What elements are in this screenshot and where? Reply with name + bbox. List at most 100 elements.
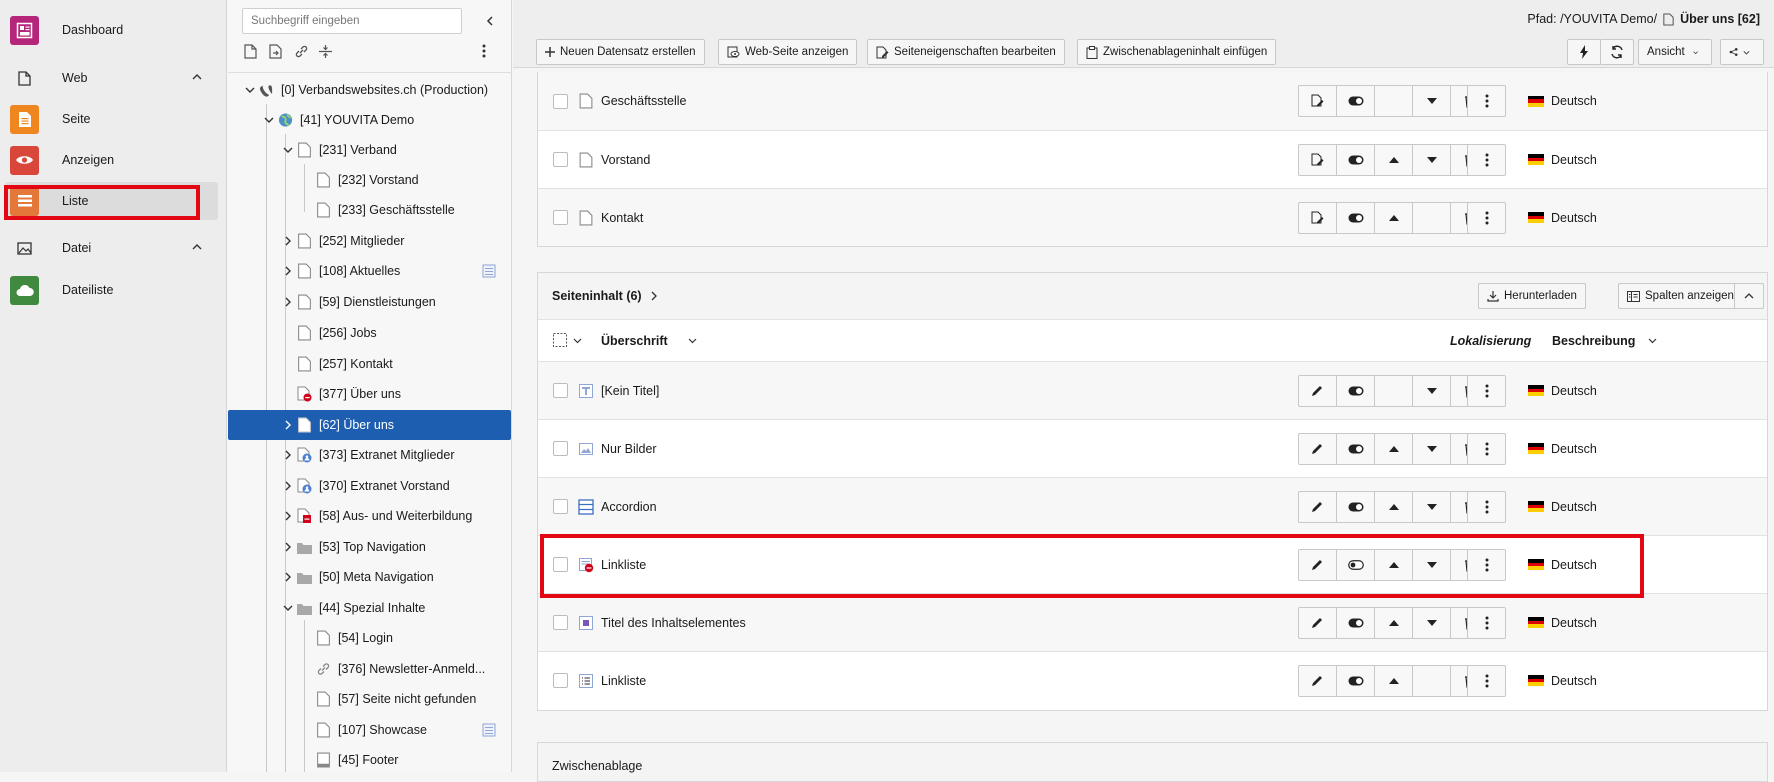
tree-item-44[interactable]: [44] Spezial Inhalte	[228, 593, 512, 623]
new-page-after-icon[interactable]	[269, 44, 283, 59]
row-title[interactable]: Geschäftsstelle	[601, 94, 686, 108]
tree-item-370[interactable]: [370] Extranet Vorstand	[228, 471, 512, 501]
more-button[interactable]	[1467, 432, 1506, 465]
move-up-button[interactable]	[1374, 201, 1413, 234]
row-title[interactable]: [Kein Titel]	[601, 384, 659, 398]
row-checkbox[interactable]	[553, 152, 568, 167]
tree-more-icon[interactable]	[482, 44, 486, 58]
row-checkbox[interactable]	[553, 557, 568, 572]
more-button[interactable]	[1467, 201, 1506, 234]
row-checkbox[interactable]	[553, 93, 568, 109]
content-panel-title[interactable]: Seiteninhalt (6)	[552, 289, 642, 303]
move-down-button[interactable]	[1412, 490, 1451, 523]
show-columns-button[interactable]: Spalten anzeigen	[1618, 283, 1743, 309]
row-title[interactable]: Vorstand	[601, 153, 650, 167]
module-seite[interactable]: Seite	[0, 100, 227, 138]
tree-item-256[interactable]: [256] Jobs	[228, 318, 512, 348]
move-down-button[interactable]	[1412, 432, 1451, 465]
collapse-panel-button[interactable]	[1734, 283, 1764, 309]
module-liste[interactable]: Liste	[5, 182, 218, 220]
move-down-button[interactable]	[1412, 606, 1451, 639]
row-checkbox[interactable]	[553, 673, 568, 688]
more-button[interactable]	[1467, 85, 1506, 117]
tree-item-232[interactable]: [232] Vorstand	[228, 165, 512, 195]
tree-item-233[interactable]: [233] Geschäftsstelle	[228, 195, 512, 225]
chevron-down-icon[interactable]	[688, 336, 697, 345]
hide-toggle-button[interactable]	[1336, 143, 1375, 176]
tree-item-376[interactable]: [376] Newsletter-Anmeld...	[228, 654, 512, 684]
edit-page-button[interactable]	[1298, 85, 1337, 117]
more-button[interactable]	[1467, 374, 1506, 407]
share-dropdown[interactable]	[1720, 39, 1764, 65]
chevron-right-icon[interactable]	[281, 234, 295, 248]
chevron-up-icon[interactable]	[191, 241, 203, 253]
tree-item-41[interactable]: [41] YOUVITA Demo	[228, 105, 512, 135]
tree-item-58[interactable]: [58] Aus- und Weiterbildung	[228, 501, 512, 531]
chevron-down-icon[interactable]	[262, 113, 276, 127]
row-title[interactable]: Nur Bilder	[601, 442, 657, 456]
move-up-button[interactable]	[1374, 490, 1413, 523]
chevron-right-icon[interactable]	[281, 264, 295, 278]
view-dropdown[interactable]: Ansicht	[1638, 39, 1712, 65]
tree-item-108[interactable]: [108] Aktuelles	[228, 256, 512, 286]
row-checkbox[interactable]	[553, 441, 568, 456]
chevron-down-icon[interactable]	[281, 601, 295, 615]
move-up-button[interactable]	[1374, 664, 1413, 697]
module-anzeigen[interactable]: Anzeigen	[0, 141, 227, 179]
tree-item-373[interactable]: [373] Extranet Mitglieder	[228, 440, 512, 470]
edit-page-properties-button[interactable]: Seiteneigenschaften bearbeiten	[867, 39, 1065, 65]
select-all-checkbox[interactable]	[553, 333, 567, 347]
tree-item-0[interactable]: [0] Verbandswebsites.ch (Production)	[228, 75, 512, 105]
tree-item-57[interactable]: [57] Seite nicht gefunden	[228, 684, 512, 714]
hide-toggle-button[interactable]	[1336, 432, 1375, 465]
tree-item-377[interactable]: [377] Über uns	[228, 379, 512, 409]
more-button[interactable]	[1467, 548, 1506, 581]
chevron-down-icon[interactable]	[243, 83, 257, 97]
move-up-button[interactable]	[1374, 432, 1413, 465]
view-page-button[interactable]: Web-Seite anzeigen	[718, 39, 858, 65]
hide-toggle-button[interactable]	[1336, 201, 1375, 234]
chevron-right-icon[interactable]	[281, 509, 295, 523]
move-up-button[interactable]	[1374, 606, 1413, 639]
tree-item-53[interactable]: [53] Top Navigation	[228, 532, 512, 562]
hide-toggle-button[interactable]	[1336, 374, 1375, 407]
new-record-button[interactable]: Neuen Datensatz erstellen	[536, 39, 705, 65]
move-down-button[interactable]	[1412, 548, 1451, 581]
move-down-button[interactable]	[1412, 143, 1451, 176]
collapse-tree-icon[interactable]	[484, 15, 496, 27]
hide-toggle-button[interactable]	[1336, 664, 1375, 697]
move-down-button[interactable]	[1412, 85, 1451, 117]
row-checkbox[interactable]	[553, 210, 568, 225]
row-title[interactable]: Linkliste	[601, 674, 646, 688]
reload-button[interactable]	[1600, 39, 1634, 65]
unhide-toggle-button[interactable]	[1336, 548, 1375, 581]
separator-icon[interactable]	[318, 44, 333, 59]
column-header-title[interactable]: Überschrift	[601, 334, 668, 348]
chevron-right-icon[interactable]	[281, 418, 295, 432]
row-title[interactable]: Kontakt	[601, 211, 643, 225]
chevron-right-icon[interactable]	[281, 448, 295, 462]
move-up-button[interactable]	[1374, 143, 1413, 176]
module-dateiliste[interactable]: Dateiliste	[0, 271, 227, 309]
chevron-right-icon[interactable]	[281, 570, 295, 584]
edit-button[interactable]	[1298, 664, 1337, 697]
tree-item-50[interactable]: [50] Meta Navigation	[228, 562, 512, 592]
chevron-right-icon[interactable]	[281, 479, 295, 493]
new-page-icon[interactable]	[244, 44, 257, 59]
clear-cache-button[interactable]	[1567, 39, 1601, 65]
row-title[interactable]: Titel des Inhaltselementes	[601, 616, 746, 630]
column-header-description[interactable]: Beschreibung	[1552, 334, 1635, 348]
row-checkbox[interactable]	[553, 383, 568, 398]
module-group-web[interactable]: Web	[0, 59, 227, 97]
hide-toggle-button[interactable]	[1336, 606, 1375, 639]
link-icon[interactable]	[294, 44, 309, 59]
row-title[interactable]: Linkliste	[601, 558, 646, 572]
chevron-down-icon[interactable]	[281, 143, 295, 157]
edit-button[interactable]	[1298, 490, 1337, 523]
chevron-down-icon[interactable]	[573, 336, 582, 345]
edit-button[interactable]	[1298, 432, 1337, 465]
hide-toggle-button[interactable]	[1336, 490, 1375, 523]
tree-item-257[interactable]: [257] Kontakt	[228, 349, 512, 379]
tree-item-59[interactable]: [59] Dienstleistungen	[228, 287, 512, 317]
tree-item-62[interactable]: [62] Über uns	[228, 410, 511, 440]
